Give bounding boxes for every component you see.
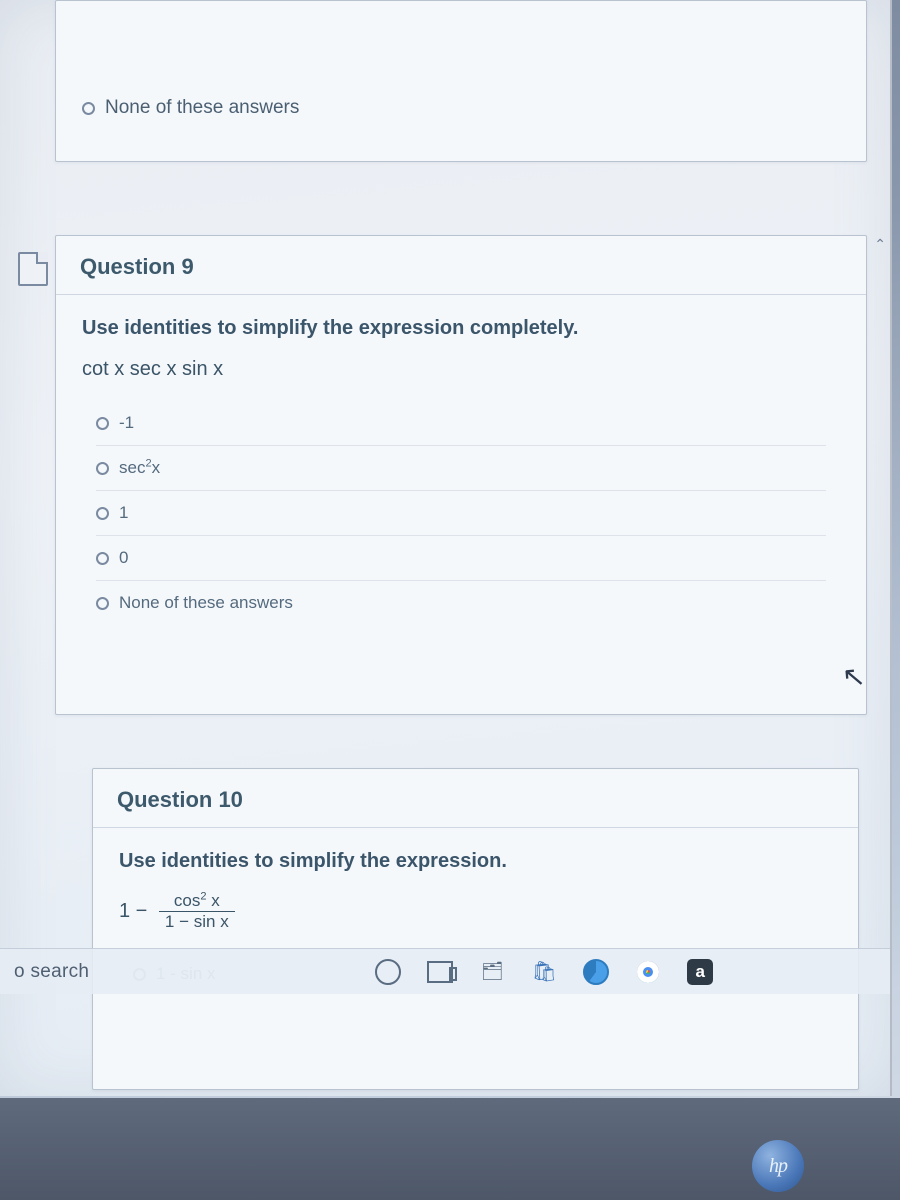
option-label: None of these answers: [119, 593, 293, 613]
option-label: sec2x: [119, 458, 160, 478]
question-title: Question 10: [93, 769, 858, 828]
answer-option[interactable]: 0: [96, 535, 826, 580]
answer-option[interactable]: sec2x: [96, 445, 826, 490]
question-expression: 1 − cos2 x 1 − sin x: [119, 891, 832, 932]
radio-icon: [96, 597, 109, 610]
question-prompt: Use identities to simplify the expressio…: [119, 850, 832, 873]
scroll-up-icon[interactable]: ⌃: [874, 236, 886, 253]
page-icon: [18, 252, 48, 286]
chrome-icon[interactable]: [635, 959, 661, 985]
cursor-icon: ↖: [841, 659, 867, 694]
quiz-page: None of these answers ⌃ Question 9 Use i…: [0, 0, 892, 1096]
taskbar-search[interactable]: o search: [14, 961, 89, 983]
question-card-9: Question 9 Use identities to simplify th…: [55, 235, 867, 715]
task-view-icon[interactable]: [427, 959, 453, 985]
option-label: 1: [119, 503, 128, 523]
question-title: Question 9: [56, 236, 866, 295]
question-expression: cot x sec x sin x: [82, 358, 840, 381]
option-label: None of these answers: [105, 97, 299, 119]
radio-icon: [96, 552, 109, 565]
amazon-icon[interactable]: a: [687, 959, 713, 985]
option-label: 0: [119, 548, 128, 568]
cortana-icon[interactable]: [375, 959, 401, 985]
answer-option[interactable]: None of these answers: [96, 580, 826, 625]
microsoft-store-icon[interactable]: 🛍: [531, 959, 557, 985]
file-explorer-icon[interactable]: 🗂: [479, 959, 505, 985]
question-prompt: Use identities to simplify the expressio…: [82, 317, 840, 340]
edge-icon[interactable]: [583, 959, 609, 985]
question-card-previous: None of these answers: [55, 0, 867, 162]
question-card-10: Question 10 Use identities to simplify t…: [92, 768, 859, 1090]
windows-taskbar[interactable]: o search 🗂 🛍 a: [0, 948, 890, 994]
radio-icon: [96, 417, 109, 430]
radio-icon: [82, 102, 95, 115]
radio-icon: [96, 462, 109, 475]
radio-icon: [96, 507, 109, 520]
answer-option[interactable]: -1: [96, 401, 826, 445]
hp-logo: hp: [752, 1140, 804, 1192]
answer-option[interactable]: None of these answers: [56, 97, 299, 119]
option-label: -1: [119, 413, 134, 433]
answer-option[interactable]: 1: [96, 490, 826, 535]
